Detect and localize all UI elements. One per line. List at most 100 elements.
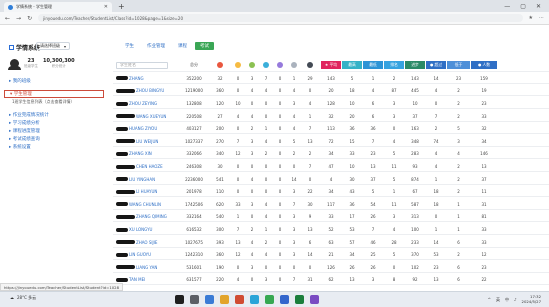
column-header-colored[interactable]: ★ 平均	[321, 61, 341, 69]
count-cell: 0	[278, 151, 282, 157]
student-name-link[interactable]: ZHANG	[113, 73, 173, 84]
browser-tab[interactable]: 学情系统 - 学生管理 ✕	[4, 2, 112, 12]
table-row[interactable]: XU LONGYU 616532 300 7 2 1 0 3 13 52 53 7 4 100 1 1 33	[113, 224, 549, 235]
file-explorer-icon[interactable]	[220, 295, 229, 304]
url-field[interactable]: jinyouedu.com/Teacher/StudentList/Class?…	[38, 14, 523, 22]
stat-cell: 33	[481, 239, 487, 245]
sidebar-menu-item[interactable]: ▸ 系统设置	[4, 143, 104, 151]
column-header-dot[interactable]	[301, 58, 319, 72]
bookmark-star-icon[interactable]: ★	[529, 15, 533, 21]
chrome-icon[interactable]	[265, 295, 274, 304]
sidebar-menu-item[interactable]: ▸ 我的班级	[4, 77, 104, 85]
ime-indicator[interactable]: 英	[496, 297, 500, 303]
student-name-link[interactable]: LIN GUOYU	[113, 249, 173, 260]
column-header-dot[interactable]	[213, 58, 227, 72]
column-header-dot[interactable]	[273, 58, 287, 72]
student-name-link[interactable]: ZHAO SIJIE	[113, 237, 173, 248]
student-name-link[interactable]: LIANG YAN	[113, 262, 173, 273]
student-name-link[interactable]: CHEN HAOZE	[113, 161, 173, 172]
table-row[interactable]: HUANG ZIYOU 403127 200 0 2 1 0 4 7 113 36 36 0 163 2 5 3…	[113, 123, 549, 135]
stat-cell: 2	[308, 151, 312, 157]
stat-cell: 23	[455, 75, 462, 81]
student-name-link[interactable]: WANG XUEYUN	[113, 111, 173, 122]
table-row[interactable]: LIANG YAN 531601 190 0 3 0 0 0 0 126 26 26 0 102 23 6 23	[113, 262, 549, 273]
column-header-colored[interactable]: 排名	[384, 61, 404, 69]
student-name-link[interactable]: LIU WEIJUN	[113, 136, 173, 147]
tab-students[interactable]: 学生	[120, 42, 139, 50]
class-select[interactable]: 请选择班级 ▾	[36, 42, 70, 50]
column-header-colored[interactable]: ● 超过	[426, 61, 446, 69]
table-row[interactable]: CHEN HAOZE 246308 30 0 0 0 0 0 7 47 10 13 11 93 4 2 13	[113, 161, 549, 172]
sidebar-menu-item[interactable]: ▸ 考试成绩查询	[4, 135, 104, 143]
table-row[interactable]: LIN GUOYU 1242310 360 12 4 4 0 3 14 21 34 25 5 370 53 2…	[113, 249, 549, 261]
student-search-input[interactable]: 学生姓名	[116, 61, 168, 69]
sidebar-menu-item[interactable]: ▾ 学生管理	[4, 90, 104, 98]
tab-homework[interactable]: 作业管理	[142, 42, 170, 50]
column-header-dot[interactable]	[259, 58, 273, 72]
student-name-link[interactable]: WANG CHUNLIN	[113, 199, 173, 210]
sidebar-menu-item[interactable]: ▸ 课程进度管理	[4, 127, 104, 135]
language-indicator[interactable]: 中	[505, 297, 509, 303]
student-name-link[interactable]: LIU YINGHAN	[113, 174, 173, 185]
more-menu-icon[interactable]: ⋯	[539, 15, 544, 21]
sidebar-menu-item[interactable]: ▸ 学习成绩分析	[4, 119, 104, 127]
task-view-icon[interactable]	[205, 295, 214, 304]
table-row[interactable]: TAN MEI 631577 220 4 0 3 0 7 31 62 13 3 8 92 13 6 22	[113, 275, 549, 286]
close-tab-icon[interactable]: ✕	[104, 4, 108, 10]
table-row[interactable]: WANG XUEYUN 220508 27 4 4 0 0 4 1 32 20 6 3 37 7 2 33	[113, 111, 549, 122]
new-tab-button[interactable]: +	[118, 2, 125, 11]
count-cell: 4	[250, 239, 254, 245]
tray-expand-icon[interactable]: ^	[488, 297, 491, 302]
table-row[interactable]: LI HUAYUN 201978 110 0 0 0 0 3 22 34 43 5 1 67 18 2 11	[113, 186, 549, 198]
avatar[interactable]	[8, 58, 21, 70]
stat-cell: 25	[370, 252, 376, 258]
sidebar-menu-item[interactable]: ▸ 作业完成情况统计	[4, 111, 104, 119]
table-row[interactable]: LIU YINGHAN 2236000 541 0 4 0 0 14 0 4 30 37 5 874 1 2 3…	[113, 174, 549, 185]
student-name-link[interactable]: LI HUAYUN	[113, 186, 173, 197]
back-button[interactable]: ←	[5, 15, 10, 22]
tab-courses[interactable]: 课程	[173, 42, 192, 50]
reload-button[interactable]: ↻	[27, 15, 32, 22]
volume-icon[interactable]: ♪	[514, 297, 517, 302]
column-header-dot[interactable]	[245, 58, 259, 72]
app-icon[interactable]	[310, 295, 319, 304]
forward-button[interactable]: →	[16, 15, 21, 22]
student-name-link[interactable]: ZHOU ZEYING	[113, 98, 173, 109]
column-header[interactable]: 总分	[179, 58, 209, 72]
search-icon[interactable]	[190, 295, 199, 304]
sidebar-menu-item[interactable]: 1班学生信息列表（点击查看详情）	[4, 98, 104, 106]
browser-edge-icon[interactable]	[250, 295, 259, 304]
table-row[interactable]: ZHANG 352200 32 0 3 7 0 1 29 143 5 1 2 143 14 23 159	[113, 73, 549, 84]
table-row[interactable]: WANG CHUNLIN 1742506 620 33 3 4 0 7 30 117 36 54 11 5…	[113, 199, 549, 210]
minimize-button[interactable]: —	[504, 3, 510, 10]
column-header-dot[interactable]	[231, 58, 245, 72]
redaction-mark	[116, 240, 135, 245]
start-menu-icon[interactable]	[175, 295, 184, 304]
student-name-link[interactable]: ZHANG QIMING	[113, 212, 173, 223]
table-row[interactable]: ZHANG QIMING 332164 540 1 0 4 0 3 9 33 17 26 3 313 0 1 8…	[113, 212, 549, 223]
maximize-button[interactable]: ▢	[520, 3, 526, 10]
stat-cell: 2	[457, 189, 460, 195]
column-header-dot[interactable]	[287, 58, 301, 72]
student-name-link[interactable]: XU LONGYU	[113, 224, 173, 235]
table-row[interactable]: LIU WEIJUN 1027337 270 7 3 4 0 5 13 72 15 7 4 348 74 3 3…	[113, 136, 549, 147]
app-icon[interactable]	[235, 295, 244, 304]
table-row[interactable]: ZHANG XIN 332066 340 12 3 2 0 2 2 34 33 23 5 283 4 4 146	[113, 149, 549, 160]
table-row[interactable]: ZHOU ZEYING 132808 120 10 0 0 0 3 4 128 10 6 3 10 0 2 23	[113, 98, 549, 109]
student-name-link[interactable]: ZHANG XIN	[113, 149, 173, 160]
tab-exams[interactable]: 考试	[195, 42, 214, 50]
word-icon[interactable]	[280, 295, 289, 304]
student-name-link[interactable]: HUANG ZIYOU	[113, 123, 173, 134]
excel-icon[interactable]	[295, 295, 304, 304]
column-header-colored[interactable]: 低于	[447, 61, 470, 69]
student-name-link[interactable]: ZHOU BINGYU	[113, 86, 173, 97]
column-header-colored[interactable]: ● 人数	[471, 61, 497, 69]
clock[interactable]: 17:32 2024/5/27	[522, 294, 541, 304]
column-header-colored[interactable]: 进步	[405, 61, 425, 69]
close-window-button[interactable]: ✕	[536, 3, 541, 10]
column-header-colored[interactable]: 最高	[342, 61, 362, 69]
table-row[interactable]: ZHAO SIJIE 1027675 393 13 4 2 0 3 6 63 57 46 28 233 14…	[113, 237, 549, 248]
column-header-colored[interactable]: 最低	[363, 61, 383, 69]
weather-widget[interactable]: ☁ 28°C 多云	[10, 295, 36, 301]
table-row[interactable]: ZHOU BINGYU 1219000 360 0 4 4 0 4 0 20 18 4 87 445 4 2 1…	[113, 86, 549, 97]
